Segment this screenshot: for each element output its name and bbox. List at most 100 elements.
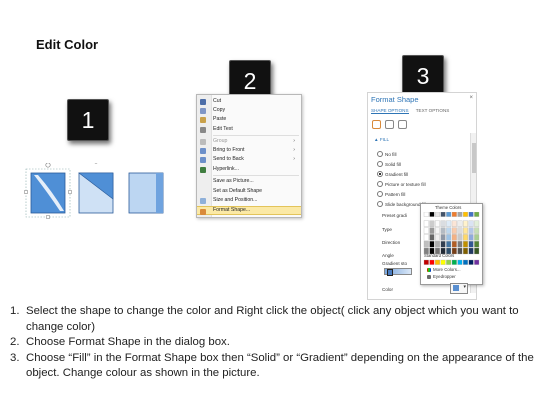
color-swatch[interactable]: [446, 241, 452, 248]
color-swatch[interactable]: [457, 212, 463, 217]
color-swatch[interactable]: [457, 227, 463, 234]
standard-color-swatch[interactable]: [446, 259, 452, 265]
standard-color-swatch[interactable]: [451, 259, 457, 265]
color-swatch[interactable]: [446, 227, 452, 234]
menu-item-set-default-shape[interactable]: Set as Default Shape: [197, 187, 301, 196]
color-swatch[interactable]: [474, 220, 480, 227]
color-swatch[interactable]: [429, 212, 435, 217]
menu-item-paste[interactable]: Paste: [197, 115, 301, 124]
color-swatch[interactable]: [451, 220, 457, 227]
fill-line-icon[interactable]: [372, 120, 381, 129]
standard-color-swatch[interactable]: [423, 259, 429, 265]
prop-color: Color: [382, 287, 393, 292]
color-swatch[interactable]: [451, 241, 457, 248]
size-properties-icon[interactable]: [398, 120, 407, 129]
close-icon[interactable]: ×: [469, 95, 473, 101]
menu-item-format-shape[interactable]: Format Shape...: [197, 206, 301, 215]
menu-item-copy[interactable]: Copy: [197, 106, 301, 115]
color-swatch[interactable]: [463, 247, 468, 255]
color-swatch[interactable]: [463, 212, 468, 217]
gradient-stops-bar[interactable]: [384, 268, 412, 276]
color-swatch[interactable]: [423, 220, 429, 227]
radio-slide-background-fill[interactable]: Slide background fill: [377, 201, 426, 207]
standard-color-swatch[interactable]: [457, 259, 463, 265]
radio-pattern-fill[interactable]: Pattern fill: [377, 191, 405, 197]
color-swatch[interactable]: [440, 227, 446, 234]
color-swatch[interactable]: [468, 247, 474, 255]
radio-gradient-fill[interactable]: Gradient fill: [377, 171, 408, 177]
color-swatch[interactable]: [423, 227, 429, 234]
scrollbar-thumb[interactable]: [471, 143, 476, 173]
color-swatch[interactable]: [457, 234, 463, 241]
color-swatch[interactable]: [440, 220, 446, 227]
color-swatch[interactable]: [468, 212, 474, 217]
color-swatch[interactable]: [463, 227, 468, 234]
color-swatch[interactable]: [463, 220, 468, 227]
standard-color-swatch[interactable]: [440, 259, 446, 265]
color-swatch[interactable]: [451, 227, 457, 234]
color-swatch[interactable]: [468, 241, 474, 248]
tab-shape-options[interactable]: SHAPE OPTIONS: [371, 108, 409, 114]
eyedropper-link[interactable]: Eyedropper: [427, 274, 456, 279]
color-swatch[interactable]: [429, 227, 435, 234]
radio-no-fill[interactable]: No fill: [377, 151, 397, 157]
color-swatch[interactable]: [446, 234, 452, 241]
color-swatch[interactable]: [435, 220, 440, 227]
menu-item-bring-to-front[interactable]: Bring to Front ›: [197, 146, 301, 155]
menu-item-save-as-picture[interactable]: Save as Picture...: [197, 177, 301, 186]
radio-picture-fill[interactable]: Picture or texture fill: [377, 181, 426, 187]
color-swatch[interactable]: [435, 241, 440, 248]
menu-item-group[interactable]: Group ›: [197, 137, 301, 146]
color-swatch[interactable]: [468, 234, 474, 241]
color-swatch[interactable]: [429, 241, 435, 248]
chevron-down-icon: ▾: [463, 284, 466, 290]
radio-solid-fill[interactable]: Solid fill: [377, 161, 401, 167]
color-swatch[interactable]: [463, 241, 468, 248]
color-swatch[interactable]: [446, 212, 452, 217]
color-swatch[interactable]: [463, 234, 468, 241]
color-swatch[interactable]: [468, 220, 474, 227]
color-swatch[interactable]: [474, 227, 480, 234]
menu-item-edit-text[interactable]: Edit Text: [197, 125, 301, 134]
color-swatch[interactable]: [423, 241, 429, 248]
standard-color-row[interactable]: [421, 259, 482, 266]
color-swatch[interactable]: [451, 212, 457, 217]
color-swatch[interactable]: [474, 247, 480, 255]
color-swatch[interactable]: [474, 234, 480, 241]
color-swatch[interactable]: [435, 234, 440, 241]
color-swatch[interactable]: [451, 234, 457, 241]
gradient-stop[interactable]: [387, 268, 393, 276]
fill-section-header[interactable]: ▲ FILL: [374, 137, 389, 142]
color-swatch[interactable]: [457, 241, 463, 248]
menu-item-send-to-back[interactable]: Send to Back ›: [197, 155, 301, 164]
pane-title: Format Shape: [371, 95, 419, 104]
color-swatch[interactable]: [468, 227, 474, 234]
color-swatch[interactable]: [423, 234, 429, 241]
color-swatch[interactable]: [435, 227, 440, 234]
effects-icon[interactable]: [385, 120, 394, 129]
standard-color-swatch[interactable]: [429, 259, 435, 265]
color-swatch[interactable]: [440, 234, 446, 241]
pane-category-icons: [372, 116, 412, 129]
color-swatch[interactable]: [440, 212, 446, 217]
menu-item-size-position[interactable]: Size and Position...: [197, 196, 301, 205]
color-swatch[interactable]: [457, 220, 463, 227]
color-swatch[interactable]: [457, 247, 463, 255]
color-swatch[interactable]: [423, 212, 429, 217]
menu-item-hyperlink[interactable]: Hyperlink...: [197, 165, 301, 174]
menu-item-cut[interactable]: Cut: [197, 97, 301, 106]
color-swatch[interactable]: [474, 212, 480, 217]
color-swatch[interactable]: [435, 212, 440, 217]
color-picker-button[interactable]: ▾: [450, 283, 468, 294]
color-swatch[interactable]: [440, 241, 446, 248]
tab-text-options[interactable]: TEXT OPTIONS: [416, 108, 450, 113]
more-colors-link[interactable]: More Colors...: [427, 267, 461, 272]
color-swatch[interactable]: [446, 220, 452, 227]
standard-color-swatch[interactable]: [435, 259, 440, 265]
color-swatch[interactable]: [474, 241, 480, 248]
standard-color-swatch[interactable]: [474, 259, 480, 265]
color-swatch[interactable]: [429, 234, 435, 241]
standard-color-swatch[interactable]: [463, 259, 468, 265]
color-swatch[interactable]: [429, 220, 435, 227]
standard-color-swatch[interactable]: [468, 259, 474, 265]
